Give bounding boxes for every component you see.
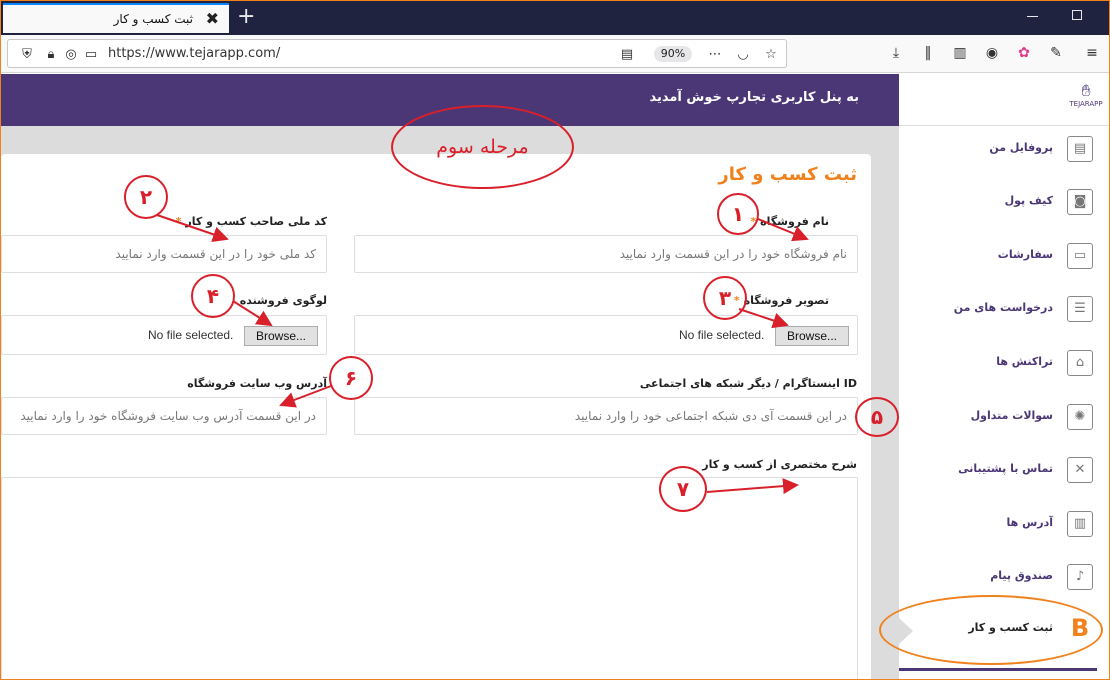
bulb-icon: ✺: [1067, 404, 1093, 430]
shield-icon[interactable]: ⛨: [20, 48, 34, 62]
account-icon[interactable]: ◉: [983, 44, 1001, 62]
tejarapp-logo[interactable]: ✋︎ TEJARAPP: [1069, 82, 1103, 118]
sidebar-item-label: درخواست های من: [953, 301, 1053, 314]
sidebar-item-requests[interactable]: ☰ درخواست های من: [899, 286, 1109, 336]
stage-annotation: مرحله سوم: [391, 105, 574, 189]
reader-view-icon[interactable]: ▤: [620, 48, 634, 62]
sidebar-item-support[interactable]: ✕ تماس با پشتیبانی: [899, 447, 1109, 497]
browser-tab[interactable]: ثبت کسب و کار ✖: [3, 3, 229, 33]
annotation-3: ٣: [703, 276, 747, 320]
restore-window-icon[interactable]: [1072, 10, 1082, 20]
minimize-icon[interactable]: [1027, 16, 1038, 17]
sidebar-item-profile[interactable]: ▤ پروفایل من: [899, 126, 1109, 176]
wallet-icon: ◙: [1067, 189, 1093, 215]
seller-logo-browse-button[interactable]: Browse...: [244, 326, 318, 346]
sidebar-item-label: صندوق پیام: [990, 569, 1053, 582]
description-label: شرح مختصری از کسب و کار: [702, 458, 857, 471]
sidebar-item-orders[interactable]: ▭ سفارشات: [899, 233, 1109, 283]
sidebar-item-label: کیف پول: [1004, 194, 1053, 207]
address-bar[interactable]: ⛨ 🔒︎ ◎ ▭ https://www.tejarapp.com/ ▤ 90%…: [7, 39, 787, 68]
new-tab-button[interactable]: +: [237, 4, 255, 29]
shop-image-label: تصویر فروشگاه*: [733, 294, 829, 307]
tab-bar: ثبت کسب و کار ✖ +: [1, 1, 1109, 35]
box-icon: ▭: [1067, 243, 1093, 269]
annotation-2: ٢: [124, 175, 168, 219]
message-icon[interactable]: ▭: [84, 48, 98, 62]
library-icon[interactable]: ‖: [919, 44, 937, 62]
shop-name-input[interactable]: نام فروشگاه خود را در این قسمت وارد نمای…: [354, 235, 858, 273]
map-icon: ▥: [1067, 511, 1093, 537]
sidebar-item-faq[interactable]: ✺ سوالات متداول: [899, 394, 1109, 444]
sidebar-item-addresses[interactable]: ▥ آدرس ها: [899, 501, 1109, 551]
color-picker-icon[interactable]: ✿: [1015, 44, 1033, 62]
annotation-5: ۵: [855, 397, 899, 437]
sidebar-item-label: آدرس ها: [1006, 516, 1053, 529]
navigation-bar: ⛨ 🔒︎ ◎ ▭ https://www.tejarapp.com/ ▤ 90%…: [1, 35, 1109, 73]
id-card-icon: ▤: [1067, 136, 1093, 162]
tracking-icon[interactable]: ◎: [64, 48, 78, 62]
seller-logo-label: لوگوی فروشنده: [239, 294, 327, 307]
annotation-4: ۴: [191, 274, 235, 318]
highlight-oval: [879, 595, 1103, 665]
national-code-label: کد ملی صاحب کسب و کار*: [175, 215, 327, 228]
close-tab-icon[interactable]: ✖: [206, 9, 219, 28]
shop-image-file-input: Browse... No file selected.: [354, 315, 858, 355]
list-icon: ☰: [1067, 296, 1093, 322]
sidebar-item-wallet[interactable]: ◙ کیف پول: [899, 179, 1109, 229]
website-label: آدرس وب سایت فروشگاه: [187, 377, 327, 390]
sidebar-item-label: پروفایل من: [989, 141, 1053, 154]
social-id-label: ID اینستاگرام / دیگر شبکه های اجتماعی: [639, 377, 857, 390]
sidebar-item-transactions[interactable]: ⌂ تراکنش ها: [899, 340, 1109, 390]
national-code-input[interactable]: کد ملی خود را در این قسمت وارد نمایید: [1, 235, 327, 273]
sidebar-toggle-icon[interactable]: ▥: [951, 44, 969, 62]
zoom-level[interactable]: 90%: [654, 46, 692, 62]
sidebar-item-label: تراکنش ها: [996, 355, 1053, 368]
description-textarea[interactable]: [1, 477, 858, 679]
bookmark-star-icon[interactable]: ☆: [764, 48, 778, 62]
tools-icon: ✕: [1067, 457, 1093, 483]
browser-window: ثبت کسب و کار ✖ + ⛨ 🔒︎ ◎ ▭ https://www.t…: [0, 0, 1110, 680]
form-title: ثبت کسب و کار: [718, 164, 857, 185]
menu-icon[interactable]: ≡: [1083, 44, 1101, 62]
bell-icon: ♪: [1067, 564, 1093, 590]
social-id-input[interactable]: در این قسمت آی دی شبکه اجتماعی خود را وا…: [354, 397, 858, 435]
sidebar-item-label: سفارشات: [997, 248, 1053, 261]
sidebar-item-label: تماس با پشتیبانی: [958, 462, 1053, 475]
active-underline: [899, 668, 1097, 671]
bank-icon: ⌂: [1067, 350, 1093, 376]
annotation-7: ٧: [659, 466, 707, 512]
logo-area: ✋︎ TEJARAPP: [899, 74, 1109, 126]
eyedropper-icon[interactable]: ✎: [1047, 44, 1065, 62]
url-text[interactable]: https://www.tejarapp.com/: [108, 46, 280, 61]
website-input[interactable]: در این قسمت آدرس وب سایت فروشگاه خود را …: [1, 397, 327, 435]
more-actions-icon[interactable]: ⋯: [708, 48, 722, 62]
annotation-6: ۶: [329, 356, 373, 400]
pocket-icon[interactable]: ◡: [736, 48, 750, 62]
tab-title: ثبت کسب و کار: [113, 12, 193, 26]
shop-image-browse-button[interactable]: Browse...: [775, 326, 849, 346]
shop-image-status: No file selected.: [679, 328, 765, 342]
sidebar-item-label: سوالات متداول: [970, 409, 1053, 422]
shop-name-label: نام فروشگاه*: [750, 215, 829, 228]
download-icon[interactable]: ⤓: [887, 44, 905, 62]
annotation-1: ١: [717, 193, 759, 235]
lock-icon[interactable]: 🔒︎: [44, 48, 58, 62]
seller-logo-file-input: Browse... No file selected.: [1, 315, 327, 355]
seller-logo-status: No file selected.: [148, 328, 234, 342]
welcome-text: به پنل کاربری تجارپ خوش آمدید: [649, 90, 859, 105]
